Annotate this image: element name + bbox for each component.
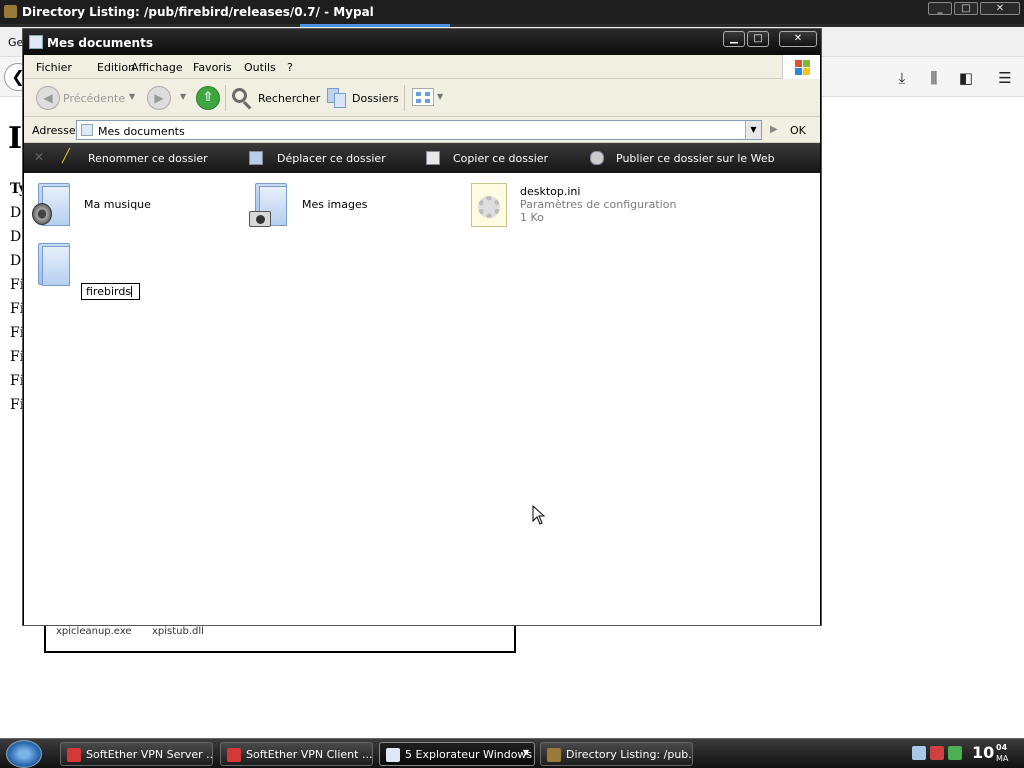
forward-dropdown-icon[interactable]: ▼: [180, 92, 186, 101]
menu-favoris[interactable]: Favoris: [193, 61, 232, 74]
folder-icon: [81, 124, 93, 136]
browser-title: Directory Listing: /pub/firebird/release…: [22, 5, 374, 19]
battery-icon[interactable]: [948, 746, 962, 760]
move-icon: [249, 151, 263, 165]
address-dropdown-icon[interactable]: ▼: [745, 121, 761, 139]
network-icon[interactable]: [912, 746, 926, 760]
taskbar: SoftEther VPN Server ... SoftEther VPN C…: [0, 738, 1024, 768]
task-bar: ✕ ╱ Renommer ce dossier Déplacer ce doss…: [24, 143, 820, 173]
menu-affichage[interactable]: Affichage: [131, 61, 183, 74]
page-line: D: [10, 205, 22, 221]
task-move-folder[interactable]: Déplacer ce dossier: [277, 152, 386, 165]
explorer-close-button[interactable]: ✕: [779, 31, 817, 47]
go-button[interactable]: OK: [790, 124, 806, 137]
taskbar-button[interactable]: Directory Listing: /pub...: [540, 742, 693, 766]
windows-logo-icon: [782, 55, 820, 79]
menu-outils[interactable]: Outils: [244, 61, 276, 74]
folder-icon[interactable]: [36, 243, 80, 289]
browser-close-button[interactable]: ✕: [980, 2, 1020, 15]
download-icon[interactable]: ⤓: [893, 69, 911, 87]
vpn-tray-icon[interactable]: [930, 746, 944, 760]
explorer-maximize-button[interactable]: □: [747, 31, 769, 47]
pictures-folder-icon[interactable]: [249, 183, 293, 229]
browser-menu-fragment[interactable]: Ge: [8, 36, 23, 49]
publish-icon: [590, 151, 604, 165]
item-name[interactable]: Ma musique: [84, 198, 151, 211]
page-line: D: [10, 229, 22, 245]
sidebar-icon[interactable]: ◧: [957, 69, 975, 87]
taskbar-button[interactable]: SoftEther VPN Server ...: [60, 742, 213, 766]
menu-fichier[interactable]: Fichier: [36, 61, 72, 74]
item-size: 1 Ko: [520, 211, 544, 224]
explorer-group-icon: [386, 748, 400, 762]
vpn-client-icon: [227, 748, 241, 762]
menu-icon[interactable]: ☰: [996, 69, 1014, 87]
explorer-menubar: Fichier Edition Affichage Favoris Outils…: [24, 55, 820, 79]
chevron-down-icon: ▼: [522, 748, 529, 757]
task-publish-folder[interactable]: Publier ce dossier sur le Web: [616, 152, 775, 165]
library-icon[interactable]: ⫼: [925, 69, 943, 87]
search-button[interactable]: Rechercher: [258, 92, 320, 105]
start-button[interactable]: [6, 740, 42, 768]
back-button[interactable]: Précédente: [63, 92, 125, 105]
address-input[interactable]: Mes documents ▼: [76, 120, 762, 140]
vpn-server-icon: [67, 748, 81, 762]
copy-icon: [426, 151, 440, 165]
browser-titlebar: Directory Listing: /pub/firebird/release…: [0, 0, 1024, 24]
page-heading-fragment: I: [8, 121, 23, 156]
forward-icon[interactable]: ▶: [147, 86, 171, 110]
address-bar: Adresse Mes documents ▼ ▶ OK: [24, 117, 820, 143]
folders-button[interactable]: Dossiers: [352, 92, 399, 105]
close-icon[interactable]: ✕: [34, 150, 44, 164]
item-name[interactable]: desktop.ini: [520, 185, 580, 198]
back-icon[interactable]: ◀: [36, 86, 60, 110]
folders-icon[interactable]: [327, 88, 347, 108]
mypal-icon: [4, 5, 17, 18]
taskbar-button[interactable]: SoftEther VPN Client ...: [220, 742, 373, 766]
item-type: Paramètres de configuration: [520, 198, 677, 211]
browser-minimize-button[interactable]: _: [928, 2, 952, 15]
address-value: Mes documents: [98, 125, 185, 138]
task-rename-folder[interactable]: Renommer ce dossier: [88, 152, 208, 165]
task-copy-folder[interactable]: Copier ce dossier: [453, 152, 548, 165]
settings-file-icon[interactable]: [469, 183, 513, 229]
folder-icon: [29, 35, 43, 49]
page-line: D: [10, 253, 22, 269]
explorer-title: Mes documents: [47, 36, 153, 50]
search-icon[interactable]: [232, 88, 254, 110]
address-label: Adresse: [32, 124, 76, 137]
explorer-window: Mes documents ▁ □ ✕ Fichier Edition Affi…: [22, 28, 822, 626]
taskbar-button[interactable]: 5 Explorateur Windows ▼: [379, 742, 535, 766]
explorer-minimize-button[interactable]: ▁: [723, 31, 745, 47]
rename-input[interactable]: firebirds: [81, 283, 140, 300]
explorer-toolbar: ◀ Précédente ▼ ▶ ▼ ⇧ Rechercher Dossiers…: [24, 79, 820, 117]
views-dropdown-icon[interactable]: ▼: [437, 92, 443, 101]
file-name[interactable]: xpicleanup.exe: [56, 626, 132, 637]
file-list-box: xpicleanup.exe xpistub.dll: [44, 626, 516, 653]
item-name[interactable]: Mes images: [302, 198, 367, 211]
views-icon[interactable]: [412, 88, 434, 106]
go-arrow-icon[interactable]: ▶: [770, 124, 778, 135]
menu-help[interactable]: ?: [287, 61, 293, 74]
rename-icon: ╱: [62, 149, 70, 164]
menu-edition[interactable]: Edition: [97, 61, 135, 74]
browser-maximize-button[interactable]: □: [954, 2, 978, 15]
explorer-titlebar[interactable]: Mes documents ▁ □ ✕: [23, 29, 821, 55]
mypal-icon: [547, 748, 561, 762]
clock[interactable]: 10 04 MA: [972, 743, 1008, 763]
system-tray: [908, 744, 968, 764]
music-folder-icon[interactable]: [32, 183, 76, 229]
file-view[interactable]: Ma musique Mes images desktop.ini Paramè…: [24, 173, 820, 625]
back-dropdown-icon[interactable]: ▼: [129, 92, 135, 101]
file-name[interactable]: xpistub.dll: [152, 626, 204, 637]
folder-up-icon[interactable]: ⇧: [196, 86, 220, 110]
